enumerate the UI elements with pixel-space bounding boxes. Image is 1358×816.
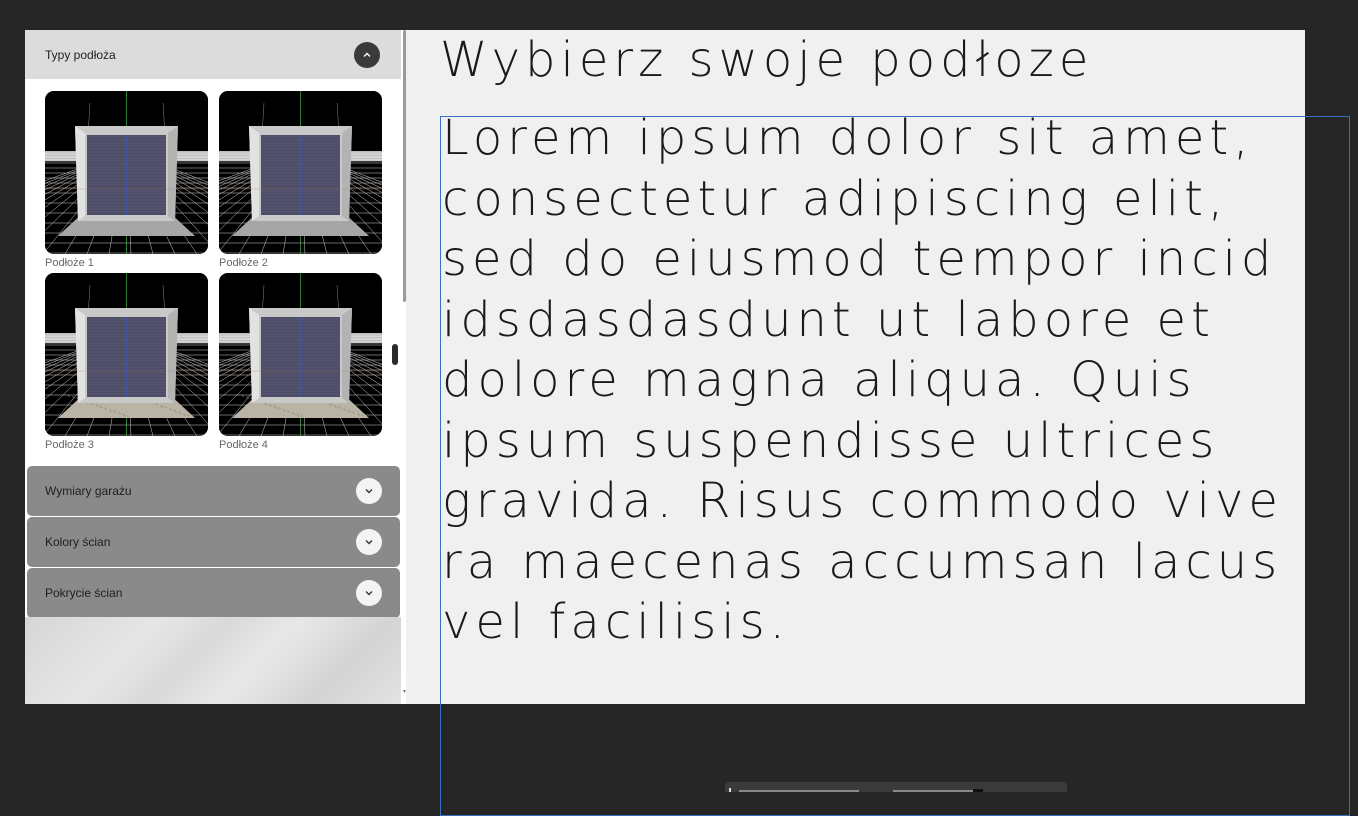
chevron-down-icon[interactable] (356, 580, 382, 606)
chevron-up-icon[interactable] (354, 42, 380, 68)
accordion-title: Wymiary garażu (45, 484, 132, 498)
description-line: sed do eiusmod tempor incid (442, 231, 1277, 287)
chevron-down-icon[interactable] (356, 529, 382, 555)
description-line: idsdasdasdunt ut labore et (442, 291, 1215, 348)
accordion-header-wall-colors[interactable]: Kolory ścian (27, 517, 400, 567)
surface-option-label: Podłoże 2 (219, 257, 268, 269)
chevron-down-icon[interactable] (356, 478, 382, 504)
accordion-header-surface-types[interactable]: Typy podłoża (25, 30, 401, 79)
surface-preview-image (219, 273, 382, 436)
bottom-toolbar[interactable] (725, 782, 1067, 792)
accordion-title: Kolory ścian (45, 535, 111, 549)
description-line: gravida. Risus commodo vive (442, 473, 1283, 529)
surface-preview-image (219, 91, 382, 254)
surface-option-1[interactable]: Podłoże 1 (45, 91, 208, 270)
description-line: ra maecenas accumsan lacus (442, 533, 1283, 590)
surface-preview-image (45, 273, 208, 436)
surface-option-label: Podłoże 3 (45, 439, 94, 451)
accordion-header-wall-covering[interactable]: Pokrycie ścian (27, 568, 400, 618)
scroll-handle[interactable] (392, 344, 398, 365)
surface-option-4[interactable]: Podłoże 4 (219, 273, 382, 452)
description-line: ipsum suspendisse ultrices (442, 412, 1220, 469)
accordion-title: Typy podłoża (45, 47, 116, 62)
configurator-sidebar: Typy podłoża Podłoże 1 Podłoże 2 Podłoże… (25, 30, 406, 704)
marble-background (25, 617, 401, 704)
description-line: dolore magna aliqua. Quis (442, 352, 1197, 408)
scroll-down-arrow-icon[interactable]: ▾ (403, 688, 406, 695)
surface-option-label: Podłoże 4 (219, 439, 268, 451)
surface-option-label: Podłoże 1 (45, 257, 94, 269)
sidebar-scrollbar-thumb[interactable] (403, 30, 406, 302)
surface-option-3[interactable]: Podłoże 3 (45, 273, 208, 452)
accordion-title: Pokrycie ścian (45, 586, 123, 600)
page-title: Wybierz swoje podłoze (440, 32, 1094, 88)
description-line: consectetur adipiscing elit, (442, 170, 1229, 227)
surface-preview-image (45, 91, 208, 254)
description-line: vel facilisis. (442, 594, 790, 650)
accordion-header-garage-dimensions[interactable]: Wymiary garażu (27, 466, 400, 516)
description-text: Lorem ipsum dolor sit amet, consectetur … (442, 108, 1342, 653)
surface-option-2[interactable]: Podłoże 2 (219, 91, 382, 270)
description-line: Lorem ipsum dolor sit amet, (442, 110, 1254, 166)
